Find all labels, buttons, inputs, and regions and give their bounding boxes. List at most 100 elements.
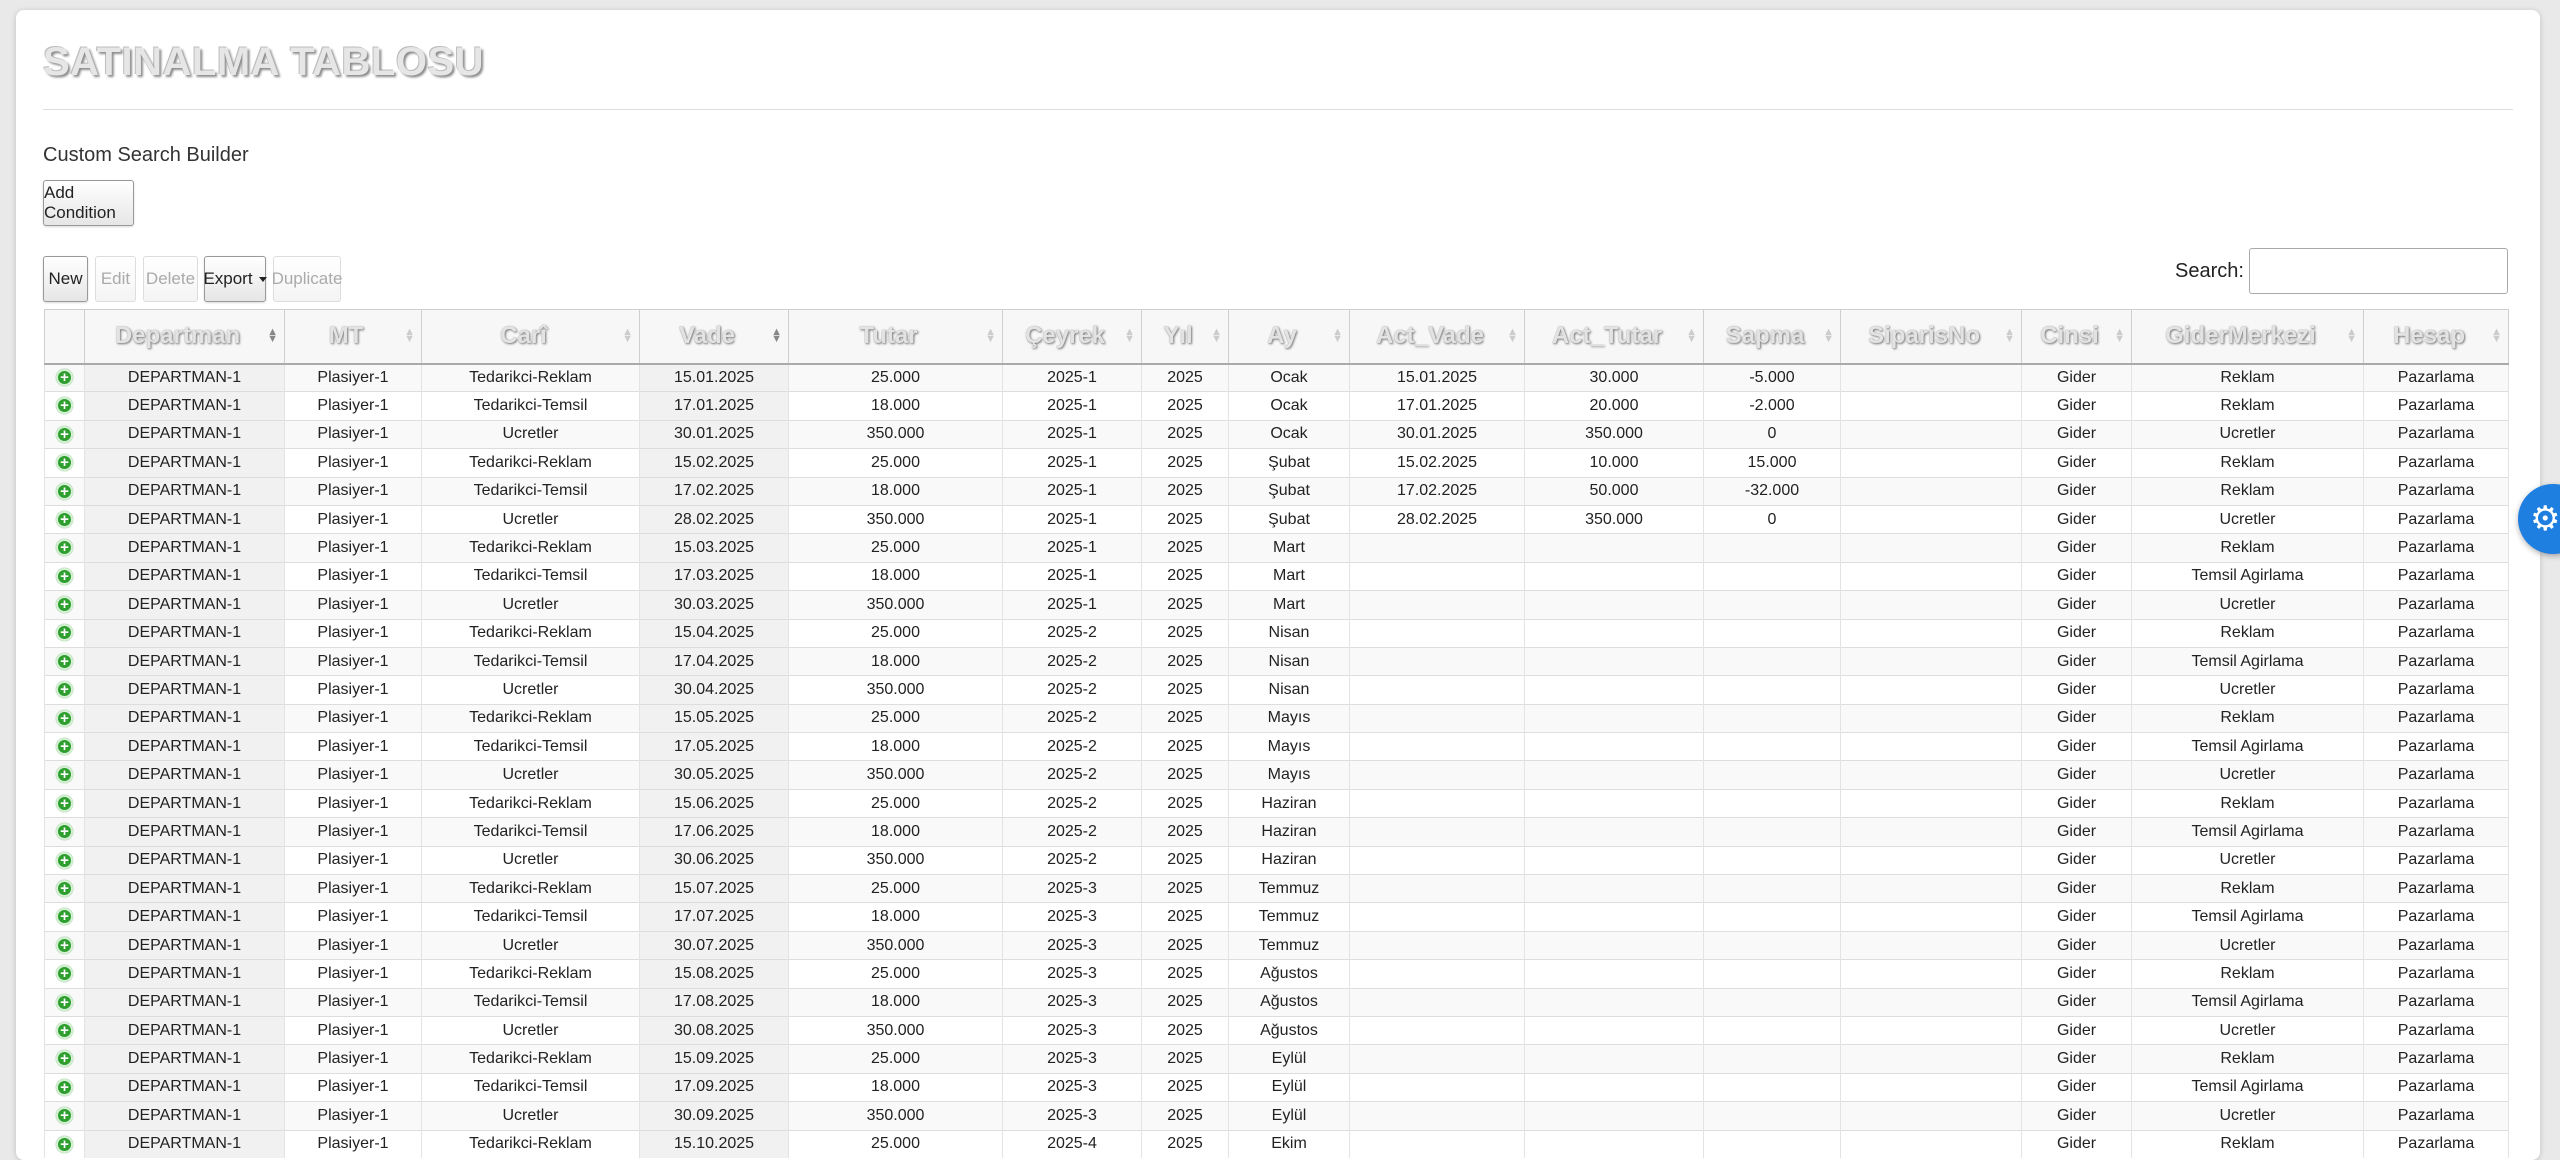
plus-circle-icon[interactable]: + xyxy=(56,1107,73,1125)
row-expand-cell[interactable]: + xyxy=(44,817,85,847)
column-header[interactable]: Hesap ▲ ▼ xyxy=(2363,309,2509,365)
plus-circle-icon[interactable]: + xyxy=(56,766,73,784)
row-expand-cell[interactable]: + xyxy=(44,504,85,534)
table-row[interactable]: + DEPARTMAN-1 Plasiyer-1 Tedarikci-Reklam 15… xyxy=(44,788,2509,818)
table-row[interactable]: + DEPARTMAN-1 Plasiyer-1 Tedarikci-Temsil 17… xyxy=(44,902,2509,932)
row-expand-cell[interactable]: + xyxy=(44,391,85,421)
plus-circle-icon[interactable]: + xyxy=(56,369,73,387)
row-expand-cell[interactable]: + xyxy=(44,618,85,648)
table-row[interactable]: + DEPARTMAN-1 Plasiyer-1 Tedarikci-Temsil 17… xyxy=(44,476,2509,506)
column-header[interactable]: Act_Vade ▲ ▼ xyxy=(1349,309,1525,365)
row-expand-cell[interactable]: + xyxy=(44,760,85,790)
table-row[interactable]: + DEPARTMAN-1 Plasiyer-1 Tedarikci-Temsil 17… xyxy=(44,817,2509,847)
table-row[interactable]: + DEPARTMAN-1 Plasiyer-1 Ucretler 30.09.2025… xyxy=(44,1101,2509,1131)
table-row[interactable]: + DEPARTMAN-1 Plasiyer-1 Tedarikci-Reklam 15… xyxy=(44,959,2509,989)
plus-circle-icon[interactable]: + xyxy=(56,709,73,727)
table-row[interactable]: + DEPARTMAN-1 Plasiyer-1 Tedarikci-Reklam 15… xyxy=(44,874,2509,903)
plus-circle-icon[interactable]: + xyxy=(56,1135,73,1153)
duplicate-button[interactable]: Duplicate xyxy=(272,256,342,302)
row-expand-cell[interactable]: + xyxy=(44,362,85,392)
table-row[interactable]: + DEPARTMAN-1 Plasiyer-1 Ucretler 30.06.2025… xyxy=(44,845,2509,875)
row-expand-cell[interactable]: + xyxy=(44,703,85,733)
plus-circle-icon[interactable]: + xyxy=(56,738,73,756)
row-expand-cell[interactable]: + xyxy=(44,476,85,506)
plus-circle-icon[interactable]: + xyxy=(56,1021,73,1039)
row-expand-cell[interactable]: + xyxy=(44,533,85,563)
table-row[interactable]: + DEPARTMAN-1 Plasiyer-1 Ucretler 30.04.2025… xyxy=(44,675,2509,705)
table-row[interactable]: + DEPARTMAN-1 Plasiyer-1 Tedarikci-Temsil 17… xyxy=(44,1072,2509,1102)
table-row[interactable]: + DEPARTMAN-1 Plasiyer-1 Tedarikci-Temsil 17… xyxy=(44,391,2509,421)
plus-circle-icon[interactable]: + xyxy=(56,596,73,614)
plus-circle-icon[interactable]: + xyxy=(56,936,73,954)
plus-circle-icon[interactable]: + xyxy=(56,454,73,472)
table-row[interactable]: + DEPARTMAN-1 Plasiyer-1 Tedarikci-Temsil 17… xyxy=(44,732,2509,761)
new-button[interactable]: New xyxy=(43,256,88,302)
table-row[interactable]: + DEPARTMAN-1 Plasiyer-1 Tedarikci-Reklam 15… xyxy=(44,448,2509,478)
column-header[interactable]: Tutar ▲ ▼ xyxy=(788,309,1003,365)
table-row[interactable]: + DEPARTMAN-1 Plasiyer-1 Tedarikci-Temsil 17… xyxy=(44,987,2509,1017)
table-row[interactable]: + DEPARTMAN-1 Plasiyer-1 Ucretler 30.08.2025… xyxy=(44,1015,2509,1045)
table-row[interactable]: + DEPARTMAN-1 Plasiyer-1 Ucretler 30.07.2025… xyxy=(44,930,2509,960)
add-condition-button[interactable]: Add Condition xyxy=(43,180,134,226)
row-expand-cell[interactable]: + xyxy=(44,930,85,960)
column-header[interactable]: Ay ▲ ▼ xyxy=(1228,309,1350,365)
column-header[interactable]: Carî ▲ ▼ xyxy=(421,309,640,365)
table-row[interactable]: + DEPARTMAN-1 Plasiyer-1 Ucretler 30.03.2025… xyxy=(44,590,2509,620)
table-row[interactable]: + DEPARTMAN-1 Plasiyer-1 Tedarikci-Temsil 17… xyxy=(44,561,2509,591)
plus-circle-icon[interactable]: + xyxy=(56,482,73,500)
table-row[interactable]: + DEPARTMAN-1 Plasiyer-1 Tedarikci-Reklam 15… xyxy=(44,362,2509,392)
row-expand-cell[interactable]: + xyxy=(44,902,85,932)
table-row[interactable]: + DEPARTMAN-1 Plasiyer-1 Tedarikci-Reklam 15… xyxy=(44,618,2509,648)
row-expand-cell[interactable]: + xyxy=(44,590,85,620)
row-expand-cell[interactable]: + xyxy=(44,732,85,761)
plus-circle-icon[interactable]: + xyxy=(56,1078,73,1096)
plus-circle-icon[interactable]: + xyxy=(56,425,73,443)
row-expand-cell[interactable]: + xyxy=(44,987,85,1017)
export-button[interactable]: Export xyxy=(203,256,267,302)
row-expand-cell[interactable]: + xyxy=(44,1015,85,1045)
column-header[interactable]: Yıl ▲ ▼ xyxy=(1141,309,1229,365)
plus-circle-icon[interactable]: + xyxy=(56,1050,73,1068)
table-row[interactable]: + DEPARTMAN-1 Plasiyer-1 Tedarikci-Temsil 17… xyxy=(44,646,2509,676)
plus-circle-icon[interactable]: + xyxy=(56,510,73,528)
column-header[interactable]: GiderMerkezi ▲ ▼ xyxy=(2131,309,2364,365)
table-row[interactable]: + DEPARTMAN-1 Plasiyer-1 Ucretler 28.02.2025… xyxy=(44,504,2509,534)
row-expand-cell[interactable]: + xyxy=(44,1044,85,1074)
row-expand-cell[interactable]: + xyxy=(44,448,85,478)
table-row[interactable]: + DEPARTMAN-1 Plasiyer-1 Tedarikci-Reklam 15… xyxy=(44,1129,2509,1159)
row-expand-cell[interactable]: + xyxy=(44,675,85,705)
row-expand-cell[interactable]: + xyxy=(44,874,85,903)
row-expand-cell[interactable]: + xyxy=(44,959,85,989)
edit-button[interactable]: Edit xyxy=(95,256,136,302)
plus-circle-icon[interactable]: + xyxy=(56,681,73,699)
table-row[interactable]: + DEPARTMAN-1 Plasiyer-1 Tedarikci-Reklam 15… xyxy=(44,1044,2509,1074)
row-expand-cell[interactable]: + xyxy=(44,646,85,676)
plus-circle-icon[interactable]: + xyxy=(56,823,73,841)
row-expand-cell[interactable]: + xyxy=(44,1101,85,1131)
table-row[interactable]: + DEPARTMAN-1 Plasiyer-1 Ucretler 30.01.2025… xyxy=(44,419,2509,449)
row-expand-cell[interactable]: + xyxy=(44,845,85,875)
column-header[interactable]: Departman ▲ ▼ xyxy=(84,309,285,365)
column-header[interactable]: Çeyrek ▲ ▼ xyxy=(1002,309,1142,365)
row-expand-cell[interactable]: + xyxy=(44,561,85,591)
plus-circle-icon[interactable]: + xyxy=(56,567,73,585)
column-header[interactable]: Vade ▲ ▼ xyxy=(639,309,789,365)
column-header[interactable]: Cinsi ▲ ▼ xyxy=(2021,309,2132,365)
column-header[interactable]: Act_Tutar ▲ ▼ xyxy=(1524,309,1704,365)
plus-circle-icon[interactable]: + xyxy=(56,652,73,670)
plus-circle-icon[interactable]: + xyxy=(56,624,73,642)
plus-circle-icon[interactable]: + xyxy=(56,397,73,415)
plus-circle-icon[interactable]: + xyxy=(56,539,73,557)
column-header[interactable]: MT ▲ ▼ xyxy=(284,309,422,365)
table-row[interactable]: + DEPARTMAN-1 Plasiyer-1 Ucretler 30.05.2025… xyxy=(44,760,2509,790)
column-header[interactable]: SiparisNo ▲ ▼ xyxy=(1840,309,2022,365)
row-expand-cell[interactable]: + xyxy=(44,788,85,818)
plus-circle-icon[interactable]: + xyxy=(56,965,73,983)
search-input[interactable] xyxy=(2249,248,2508,294)
row-expand-cell[interactable]: + xyxy=(44,1072,85,1102)
table-row[interactable]: + DEPARTMAN-1 Plasiyer-1 Tedarikci-Reklam 15… xyxy=(44,703,2509,733)
plus-circle-icon[interactable]: + xyxy=(56,794,73,812)
plus-circle-icon[interactable]: + xyxy=(56,879,73,897)
column-header[interactable]: Sapma ▲ ▼ xyxy=(1703,309,1841,365)
row-expand-cell[interactable]: + xyxy=(44,419,85,449)
